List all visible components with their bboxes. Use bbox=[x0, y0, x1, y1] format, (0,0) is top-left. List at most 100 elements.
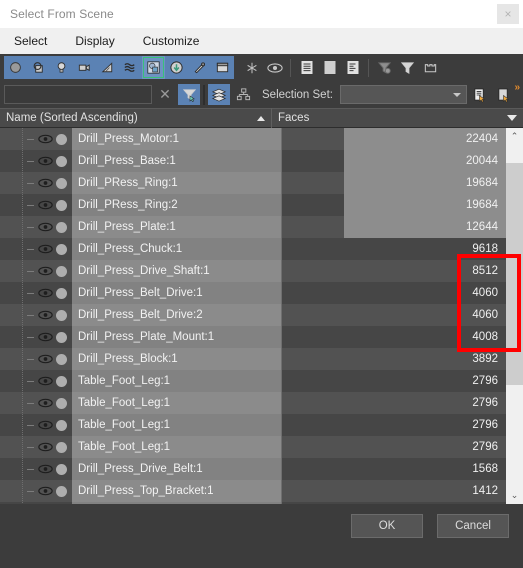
scrollbar-thumb[interactable] bbox=[506, 163, 523, 385]
table-row[interactable]: Drill_Press_Chuck:1 9618 bbox=[0, 238, 506, 260]
object-color-swatch[interactable] bbox=[56, 485, 67, 497]
list-types-icon[interactable] bbox=[295, 56, 318, 79]
menu-display[interactable]: Display bbox=[71, 32, 118, 50]
particle-systems-icon[interactable] bbox=[188, 56, 211, 79]
menu-bar: Select Display Customize bbox=[0, 28, 523, 54]
ok-button[interactable]: OK bbox=[351, 514, 423, 538]
layers-icon[interactable] bbox=[208, 84, 230, 105]
visibility-eye-icon[interactable] bbox=[37, 310, 54, 320]
freeze-icon[interactable] bbox=[240, 56, 263, 79]
sort-ascending-icon bbox=[257, 115, 265, 121]
object-color-swatch[interactable] bbox=[56, 133, 67, 145]
column-faces[interactable]: Faces bbox=[272, 108, 523, 128]
object-color-swatch[interactable] bbox=[56, 353, 67, 365]
visibility-eye-icon[interactable] bbox=[37, 442, 54, 452]
object-color-swatch[interactable] bbox=[56, 375, 67, 387]
containers-icon[interactable] bbox=[211, 56, 234, 79]
tree-indent bbox=[0, 238, 27, 260]
table-row[interactable]: Drill_Press_Belt_Drive:1 4060 bbox=[0, 282, 506, 304]
object-color-swatch[interactable] bbox=[56, 199, 67, 211]
object-color-swatch[interactable] bbox=[56, 177, 67, 189]
helpers-icon[interactable] bbox=[96, 56, 119, 79]
visibility-eye-icon[interactable] bbox=[37, 486, 54, 496]
table-row[interactable]: Drill_Press_Plate:1 12644 bbox=[0, 216, 506, 238]
visibility-eye-icon[interactable] bbox=[37, 134, 54, 144]
configure-filter-icon[interactable] bbox=[373, 56, 396, 79]
visibility-eye-icon[interactable] bbox=[37, 464, 54, 474]
display-children-icon[interactable] bbox=[318, 56, 341, 79]
visibility-eye-icon[interactable] bbox=[37, 332, 54, 342]
object-color-swatch[interactable] bbox=[56, 463, 67, 475]
object-color-swatch[interactable] bbox=[56, 265, 67, 277]
table-row[interactable]: Drill_Press_Block:1 3892 bbox=[0, 348, 506, 370]
toolbar-overflow-icon[interactable]: » bbox=[514, 82, 520, 93]
table-row[interactable]: Drill_Press_Top_Bracket:1 1412 bbox=[0, 480, 506, 502]
column-name[interactable]: Name (Sorted Ascending) bbox=[0, 108, 272, 128]
display-all-icon[interactable] bbox=[142, 56, 165, 79]
select-by-name-filter-icon[interactable] bbox=[178, 84, 200, 105]
selection-set-dropdown[interactable] bbox=[339, 85, 467, 104]
object-color-swatch[interactable] bbox=[56, 331, 67, 343]
table-row[interactable]: Drill_Press_Motor:1 22404 bbox=[0, 128, 506, 150]
geometry-icon[interactable] bbox=[4, 56, 27, 79]
visibility-eye-icon[interactable] bbox=[37, 244, 54, 254]
close-icon[interactable]: × bbox=[497, 4, 519, 24]
visibility-eye-icon[interactable] bbox=[37, 288, 54, 298]
search-input[interactable] bbox=[4, 85, 152, 104]
object-color-swatch[interactable] bbox=[56, 309, 67, 321]
visibility-eye-icon[interactable] bbox=[37, 376, 54, 386]
table-row[interactable]: Drill_Press_Plate_Mount:1 4008 bbox=[0, 326, 506, 348]
table-row[interactable]: Drill_Press_Drive_Shaft:1 8512 bbox=[0, 260, 506, 282]
table-row[interactable]: Table_Foot_Leg:1 2796 bbox=[0, 370, 506, 392]
hierarchy-icon[interactable] bbox=[232, 84, 254, 105]
cancel-button[interactable]: Cancel bbox=[437, 514, 509, 538]
create-selection-set-icon[interactable] bbox=[469, 84, 491, 105]
menu-customize[interactable]: Customize bbox=[139, 32, 204, 50]
table-row[interactable]: Drill_Press_Drive_Belt:1 1568 bbox=[0, 458, 506, 480]
lights-icon[interactable] bbox=[50, 56, 73, 79]
menu-select[interactable]: Select bbox=[10, 32, 51, 50]
visibility-eye-icon[interactable] bbox=[37, 178, 54, 188]
row-gap bbox=[282, 326, 344, 348]
table-row[interactable]: Drill_Press_Base:1 20044 bbox=[0, 150, 506, 172]
object-color-swatch[interactable] bbox=[56, 397, 67, 409]
scroll-down-icon[interactable]: ⌄ bbox=[506, 487, 523, 504]
clear-search-icon[interactable]: ✕ bbox=[154, 85, 176, 105]
table-row[interactable]: Table_Foot_Leg:1 2796 bbox=[0, 414, 506, 436]
bone-objects-icon[interactable] bbox=[165, 56, 188, 79]
object-color-swatch[interactable] bbox=[56, 155, 67, 167]
display-influences-icon[interactable] bbox=[341, 56, 364, 79]
tree-indent bbox=[0, 172, 27, 194]
vertical-scrollbar[interactable]: ⌃ ⌄ bbox=[506, 128, 523, 504]
visibility-eye-icon[interactable] bbox=[37, 398, 54, 408]
space-warps-icon[interactable] bbox=[119, 56, 142, 79]
remove-selection-set-icon[interactable] bbox=[493, 84, 515, 105]
visibility-eye-icon[interactable] bbox=[37, 354, 54, 364]
visibility-eye-icon[interactable] bbox=[37, 156, 54, 166]
visibility-eye-icon[interactable] bbox=[37, 200, 54, 210]
tree-indent bbox=[0, 348, 27, 370]
table-row[interactable]: Table_Foot_Leg:1 2796 bbox=[0, 392, 506, 414]
object-color-swatch[interactable] bbox=[56, 243, 67, 255]
object-color-swatch[interactable] bbox=[56, 441, 67, 453]
cameras-icon[interactable] bbox=[73, 56, 96, 79]
filter-icon[interactable] bbox=[396, 56, 419, 79]
tree-indent bbox=[0, 370, 27, 392]
object-color-swatch[interactable] bbox=[56, 419, 67, 431]
hidden-icon[interactable] bbox=[263, 56, 286, 79]
object-color-swatch[interactable] bbox=[56, 287, 67, 299]
shapes-icon[interactable] bbox=[27, 56, 50, 79]
visibility-eye-icon[interactable] bbox=[37, 266, 54, 276]
table-row[interactable]: Drill_PRess_Ring:1 19684 bbox=[0, 172, 506, 194]
table-row[interactable]: Drill_Press_Top_Bracket:2 1412 bbox=[0, 502, 506, 504]
toggle-container-icon[interactable] bbox=[419, 56, 442, 79]
visibility-eye-icon[interactable] bbox=[37, 222, 54, 232]
table-row[interactable]: Drill_Press_Belt_Drive:2 4060 bbox=[0, 304, 506, 326]
visibility-eye-icon[interactable] bbox=[37, 420, 54, 430]
table-row[interactable]: Table_Foot_Leg:1 2796 bbox=[0, 436, 506, 458]
row-name: Drill_Press_Base:1 bbox=[72, 150, 282, 172]
object-color-swatch[interactable] bbox=[56, 221, 67, 233]
table-row[interactable]: Drill_PRess_Ring:2 19684 bbox=[0, 194, 506, 216]
scroll-up-icon[interactable]: ⌃ bbox=[506, 128, 523, 145]
scene-object-list-body[interactable]: Drill_Press_Motor:1 22404 Drill_Press_Base… bbox=[0, 128, 506, 504]
